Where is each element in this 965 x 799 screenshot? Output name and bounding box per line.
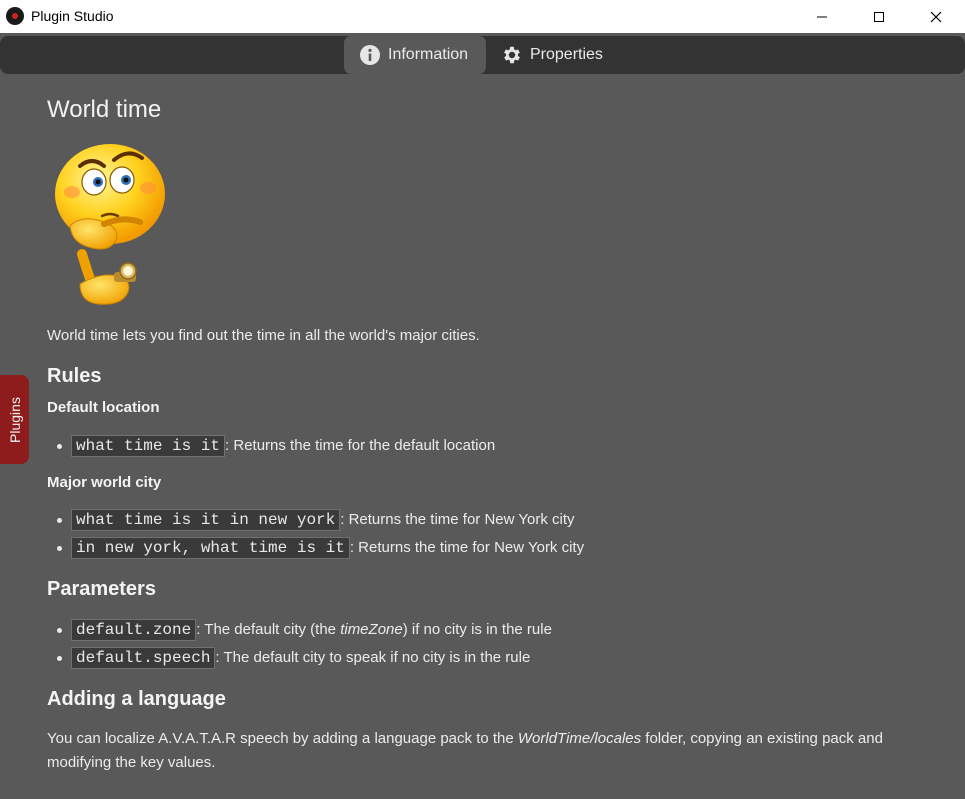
default-location-heading: Default location (47, 399, 160, 416)
parameter-description-em: timeZone (340, 621, 403, 638)
parameter-code: default.speech (71, 647, 216, 669)
rule-code: what time is it in new york (71, 509, 341, 531)
close-button[interactable] (907, 0, 965, 33)
app-icon (6, 7, 24, 25)
rule-description: : Returns the time for New York city (349, 539, 585, 556)
list-item: what time is it: Returns the time for th… (47, 432, 495, 460)
plugins-side-tab[interactable]: Plugins (0, 375, 29, 464)
parameter-code: default.zone (71, 619, 197, 641)
adding-language-text: You can localize A.V.A.T.A.R speech by a… (47, 727, 907, 775)
plugins-side-tab-label: Plugins (6, 396, 23, 443)
language-folder-path: WorldTime/locales (517, 730, 642, 747)
major-city-heading: Major world city (47, 474, 162, 491)
rule-description: : Returns the time for New York city (340, 511, 575, 528)
close-icon (930, 11, 942, 22)
parameters-list: default.zone: The default city (the time… (47, 616, 552, 672)
language-text-start: You can localize A.V.A.T.A.R speech by a… (47, 730, 518, 747)
tab-information-label: Information (388, 46, 469, 63)
rules-heading: Rules (47, 365, 102, 387)
tab-properties[interactable]: Properties (494, 36, 620, 74)
adding-language-heading: Adding a language (47, 688, 226, 710)
parameter-description: : The default city (the (196, 621, 341, 638)
title-bar: Plugin Studio (0, 0, 965, 33)
tab-bar: Information Properties (0, 36, 965, 74)
window-title: Plugin Studio (31, 8, 114, 24)
list-item: default.speech: The default city to spea… (47, 644, 552, 672)
parameters-heading: Parameters (47, 578, 156, 600)
list-item: what time is it in new york: Returns the… (47, 506, 584, 534)
rule-description: : Returns the time for the default locat… (225, 437, 496, 454)
list-item: in new york, what time is it: Returns th… (47, 534, 584, 562)
tab-information[interactable]: Information (344, 36, 486, 74)
list-item: default.zone: The default city (the time… (47, 616, 552, 644)
info-icon (359, 44, 381, 66)
rule-code: in new york, what time is it (71, 537, 350, 559)
maximize-button[interactable] (850, 0, 908, 33)
default-location-list: what time is it: Returns the time for th… (47, 432, 495, 460)
rule-code: what time is it (71, 435, 226, 457)
parameter-description: : The default city to speak if no city i… (215, 649, 531, 666)
page-title: World time (47, 96, 162, 123)
maximize-icon (874, 11, 884, 22)
parameter-description-end: ) if no city is in the rule (402, 621, 552, 638)
thinking-emoji-image (55, 144, 165, 305)
intro-text: World time lets you find out the time in… (47, 327, 480, 344)
gear-icon (501, 44, 523, 66)
major-city-list: what time is it in new york: Returns the… (47, 506, 584, 562)
minimize-icon (817, 16, 827, 17)
tab-properties-label: Properties (530, 46, 603, 63)
minimize-button[interactable] (793, 0, 851, 33)
